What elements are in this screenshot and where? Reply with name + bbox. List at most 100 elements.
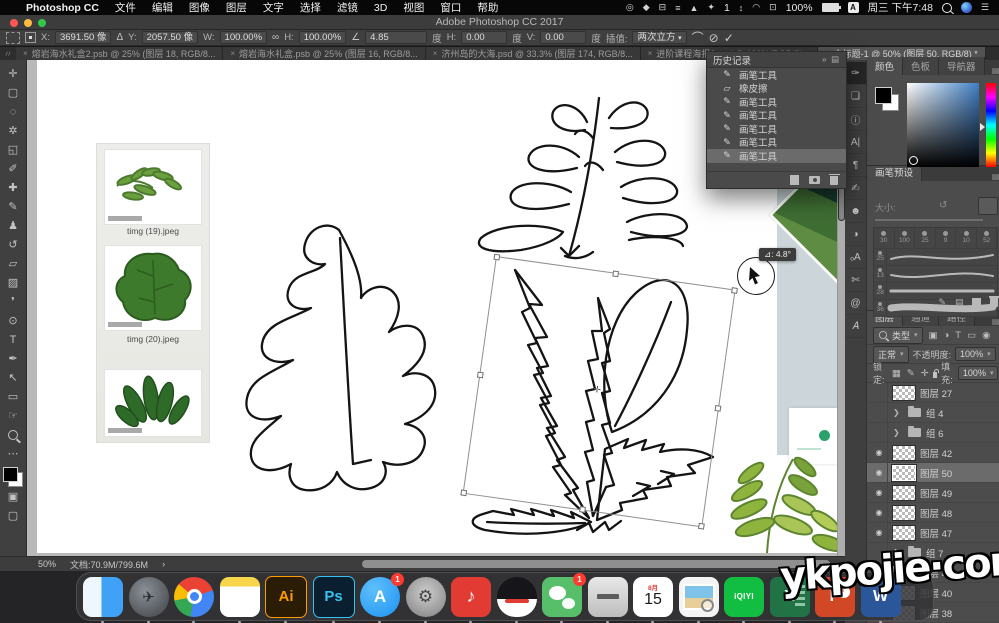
brush-preset-cell[interactable]: 30 <box>874 228 895 248</box>
brush-preset-cell[interactable]: 25 <box>915 228 936 248</box>
layer-row[interactable]: ❯组 4 <box>867 403 999 423</box>
color-picker-marker[interactable] <box>909 156 918 165</box>
menubar-item-窗口[interactable]: 窗口 <box>440 2 461 14</box>
menubar-item-图层[interactable]: 图层 <box>226 2 247 14</box>
tab-色板[interactable]: 色板 <box>903 57 939 75</box>
lock-pixels-icon[interactable]: ✎ <box>907 368 915 379</box>
y-input[interactable]: 2057.50 像 <box>142 31 198 44</box>
brush-preset-cell[interactable]: 9 <box>936 228 957 248</box>
clone-source-panel-icon[interactable]: ❏ <box>845 85 866 108</box>
eyedropper-tool[interactable]: ✐ <box>3 159 24 178</box>
filter-shape-icon[interactable]: ▭ <box>967 330 976 341</box>
document-tab-1[interactable]: ×熔岩海水礼盒2.psb @ 25% (图层 18, RGB/8... <box>16 47 223 60</box>
toolbar-color-swatches[interactable] <box>3 467 23 487</box>
layer-thumbnail[interactable] <box>893 506 915 520</box>
stack-icon[interactable]: ≡ <box>675 3 680 13</box>
move-tool[interactable]: ✛ <box>3 64 24 83</box>
panel-menu-icon[interactable]: ▤ <box>831 54 840 64</box>
battery-icon[interactable] <box>822 3 839 12</box>
tab-overflow-icon[interactable]: 〃 <box>0 47 16 60</box>
close-tab-icon[interactable]: × <box>648 49 653 58</box>
document-tab-3[interactable]: ×济州岛的大海.psd @ 33.3% (图层 174, RGB/8... <box>426 47 641 60</box>
transform-handle[interactable] <box>612 270 619 277</box>
paragraph-panel-icon[interactable]: ¶ <box>845 154 866 177</box>
brush-settings-panel-icon[interactable]: ✑ <box>845 62 866 85</box>
history-state-row[interactable]: ✎画笔工具 <box>707 122 846 136</box>
lock-transparency-icon[interactable]: ▦ <box>892 368 901 379</box>
history-state-row[interactable]: ▱橡皮擦 <box>707 82 846 96</box>
edit-toolbar[interactable]: ⋯ <box>3 444 24 463</box>
spotlight-icon[interactable] <box>942 3 952 13</box>
filter-pixel-icon[interactable]: ▣ <box>929 330 938 341</box>
dock-icon-netease-music[interactable]: ♪ <box>451 577 491 617</box>
close-tab-icon[interactable]: × <box>230 49 235 58</box>
history-state-row[interactable]: ✎画笔工具 <box>707 95 846 109</box>
history-state-row[interactable]: ✎画笔工具 <box>707 149 846 163</box>
creative-cloud-panel-icon[interactable]: @ <box>845 292 866 315</box>
quick-selection-tool[interactable]: ✲ <box>3 121 24 140</box>
transform-center-point[interactable]: ✛ <box>593 384 602 396</box>
layer-row[interactable]: ◉图层 48 <box>867 503 999 523</box>
filter-type-icon[interactable]: T <box>955 330 961 341</box>
dock-icon-calendar[interactable]: 8月15 <box>633 577 673 617</box>
info-panel-icon[interactable]: ⓘ <box>845 108 866 131</box>
history-state-row[interactable]: ✎画笔工具 <box>707 136 846 150</box>
hand-tool[interactable]: ☞ <box>3 406 24 425</box>
layer-row[interactable]: ◉图层 50 <box>867 463 999 483</box>
interpolation-select[interactable]: 两次立方 ▾ <box>632 31 686 44</box>
pen-tool[interactable]: ✒ <box>3 349 24 368</box>
marquee-tool[interactable]: ▢ <box>3 83 24 102</box>
notification-center-icon[interactable]: ☰ <box>981 2 989 13</box>
layer-visibility-toggle[interactable]: ◉ <box>871 503 888 522</box>
layer-filter-select[interactable]: 类型▾ <box>873 327 923 344</box>
x-input[interactable]: 3691.50 像 <box>55 31 111 44</box>
menubar-clock[interactable]: 周三 下午7:48 <box>868 0 933 15</box>
chat-icon[interactable]: ✦ <box>707 2 715 13</box>
transform-handle[interactable] <box>493 254 500 261</box>
airplay-icon[interactable]: ⊡ <box>769 2 777 13</box>
reference-point-locator[interactable] <box>25 32 36 43</box>
dock-icon-notes[interactable] <box>220 577 260 617</box>
hue-slider-arrow[interactable] <box>980 123 985 131</box>
healing-brush-tool[interactable]: ✚ <box>3 178 24 197</box>
v-skew-input[interactable]: 0.00 <box>540 31 586 44</box>
brush-preset-cell[interactable]: 10 <box>956 228 977 248</box>
layer-row[interactable]: 图层 27 <box>867 383 999 403</box>
glyphs-panel-icon[interactable]: ₒA <box>845 246 866 269</box>
transform-handle[interactable] <box>460 489 467 496</box>
panel-menu-icon[interactable]: ▤ <box>992 172 999 181</box>
w-input[interactable]: 100.00% <box>220 31 268 44</box>
h-skew-input[interactable]: 0.00 <box>461 31 507 44</box>
layer-thumbnail[interactable] <box>893 486 915 500</box>
dock-icon-system-preferences[interactable]: ⚙ <box>406 577 446 617</box>
menubar-item-文字[interactable]: 文字 <box>263 2 284 14</box>
status-chevron[interactable]: › <box>162 559 165 569</box>
rotation-input[interactable]: 4.85 <box>365 31 427 44</box>
brush-stroke-toggle-icon[interactable]: ✎ <box>938 297 946 308</box>
transform-handle[interactable] <box>579 506 586 513</box>
h-input[interactable]: 100.00% <box>299 31 347 44</box>
wifi-icon[interactable]: ◠ <box>752 2 760 13</box>
delete-state-icon[interactable] <box>830 176 838 185</box>
menubar-item-滤镜[interactable]: 滤镜 <box>337 2 358 14</box>
brush-stroke-row[interactable]: 25 <box>874 249 997 266</box>
layer-visibility-toggle[interactable]: ◉ <box>871 523 888 542</box>
zoom-tool[interactable] <box>3 425 24 444</box>
devices-icon[interactable]: ⊟ <box>659 2 667 13</box>
hue-slider[interactable] <box>986 83 996 167</box>
brush-panel-toggle-button[interactable] <box>978 197 998 215</box>
dock-icon-finder[interactable] <box>83 577 123 617</box>
layer-visibility-toggle[interactable]: ◉ <box>871 443 888 462</box>
new-brush-icon[interactable] <box>972 298 981 308</box>
layer-thumbnail[interactable] <box>893 526 915 540</box>
delete-brush-icon[interactable] <box>990 298 998 307</box>
dock-icon-iqiyi[interactable]: iQIYI <box>724 577 764 617</box>
lock-position-icon[interactable]: ✛ <box>921 368 929 379</box>
dock-icon-app-store[interactable]: A1 <box>360 577 400 617</box>
quick-mask-button[interactable]: ▣ <box>3 487 24 506</box>
path-selection-tool[interactable]: ↖ <box>3 368 24 387</box>
blur-tool[interactable]: ❜ <box>3 292 24 311</box>
brush-tool[interactable]: ✎ <box>3 197 24 216</box>
menubar-item-视图[interactable]: 视图 <box>403 2 424 14</box>
layer-thumbnail[interactable] <box>893 446 915 460</box>
